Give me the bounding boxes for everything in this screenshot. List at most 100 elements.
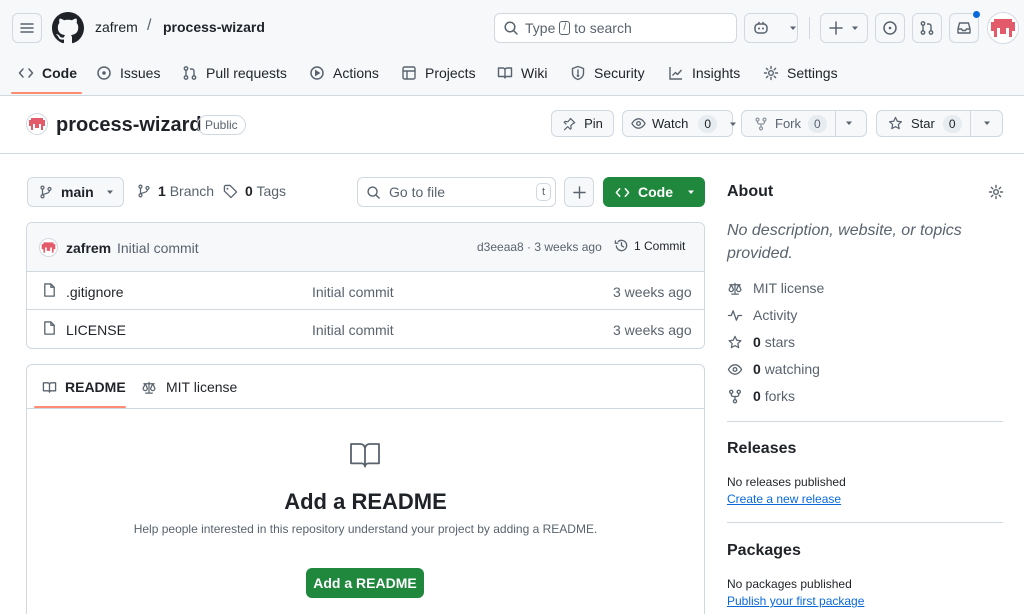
- git-branch-icon: [137, 184, 151, 198]
- issue-opened-icon: [882, 20, 898, 36]
- breadcrumb-repo[interactable]: process-wizard: [163, 19, 265, 35]
- star-divider: [970, 110, 971, 137]
- tab-code[interactable]: Code: [18, 62, 77, 84]
- file-icon: [42, 320, 57, 336]
- copilot-button[interactable]: [744, 13, 798, 43]
- chevron-down-icon: [687, 188, 695, 196]
- search-icon: [366, 185, 381, 200]
- readme-tab-underline: [34, 406, 126, 408]
- file-row[interactable]: LICENSE Initial commit 3 weeks ago: [27, 310, 704, 348]
- pin-button[interactable]: Pin: [551, 110, 614, 137]
- file-commit-time: 3 weeks ago: [613, 322, 692, 338]
- branches-link[interactable]: 1 Branch: [137, 183, 214, 199]
- publish-package-link[interactable]: Publish your first package: [727, 594, 864, 608]
- readme-tab-bar: [27, 365, 704, 409]
- author-avatar[interactable]: [39, 238, 58, 257]
- search-icon: [503, 20, 519, 36]
- commit-message[interactable]: Initial commit: [117, 240, 199, 256]
- repo-forked-icon: [754, 117, 768, 131]
- create-new-button[interactable]: [820, 13, 868, 43]
- tab-projects[interactable]: Projects: [401, 62, 476, 84]
- gear-icon[interactable]: [988, 184, 1004, 200]
- commit-author[interactable]: zafrem: [66, 240, 111, 256]
- branch-selector[interactable]: main: [27, 177, 124, 207]
- file-commit-message[interactable]: Initial commit: [312, 322, 394, 338]
- readme-empty-title: Add a README: [284, 489, 447, 514]
- commit-meta[interactable]: d3eeaa8 · 3 weeks ago: [477, 240, 602, 254]
- create-release-link[interactable]: Create a new release: [727, 492, 841, 506]
- active-tab-underline: [11, 92, 82, 94]
- forks-link[interactable]: 0 forks: [727, 388, 795, 404]
- pull-requests-button[interactable]: [912, 13, 942, 43]
- file-name[interactable]: .gitignore: [66, 284, 124, 300]
- tab-insights[interactable]: Insights: [668, 62, 740, 84]
- header-divider: [809, 17, 810, 39]
- repo-avatar: [26, 113, 48, 135]
- copilot-icon: [753, 20, 769, 36]
- book-icon: [349, 441, 381, 469]
- tab-license[interactable]: MIT license: [141, 379, 237, 395]
- search-input[interactable]: Type / to search: [494, 13, 737, 43]
- packages-heading[interactable]: Packages: [727, 542, 801, 560]
- github-logo-icon[interactable]: [52, 12, 84, 44]
- graph-icon: [668, 65, 684, 81]
- fork-dropdown-chevron-icon[interactable]: [845, 119, 853, 127]
- hamburger-icon: [19, 20, 35, 36]
- file-row[interactable]: .gitignore Initial commit 3 weeks ago: [27, 272, 704, 309]
- watchers-link[interactable]: 0 watching: [727, 361, 820, 377]
- table-icon: [401, 65, 417, 81]
- shield-icon: [570, 65, 586, 81]
- repo-header-divider: [0, 153, 1024, 154]
- releases-heading[interactable]: Releases: [727, 440, 796, 458]
- tab-actions[interactable]: Actions: [309, 62, 379, 84]
- tab-settings[interactable]: Settings: [763, 62, 838, 84]
- tab-readme[interactable]: README: [42, 379, 126, 395]
- file-commit-message[interactable]: Initial commit: [312, 284, 394, 300]
- play-icon: [309, 65, 325, 81]
- fork-divider: [835, 110, 836, 137]
- go-to-file-key-hint: t: [535, 183, 551, 201]
- code-icon: [615, 185, 630, 200]
- about-heading: About: [727, 183, 774, 200]
- search-suffix: to search: [574, 20, 632, 36]
- tab-security[interactable]: Security: [570, 62, 645, 84]
- chevron-down-icon: [106, 188, 114, 196]
- fork-counter: 0: [808, 114, 827, 133]
- user-avatar[interactable]: [987, 12, 1019, 44]
- history-icon: [614, 238, 629, 253]
- tab-pull-requests[interactable]: Pull requests: [182, 62, 287, 84]
- repo-title[interactable]: process-wizard: [56, 114, 202, 137]
- commits-link[interactable]: 1 Commit: [614, 238, 685, 253]
- star-dropdown-chevron-icon[interactable]: [983, 119, 991, 127]
- gear-icon: [763, 65, 779, 81]
- license-link[interactable]: MIT license: [727, 280, 824, 296]
- menu-button[interactable]: [12, 13, 42, 43]
- activity-link[interactable]: Activity: [727, 307, 797, 323]
- chevron-down-icon: [789, 24, 797, 32]
- add-file-button[interactable]: [564, 177, 594, 207]
- git-pull-request-icon: [182, 65, 198, 81]
- tab-issues[interactable]: Issues: [96, 62, 160, 84]
- file-name[interactable]: LICENSE: [66, 322, 126, 338]
- issues-button[interactable]: [875, 13, 905, 43]
- add-readme-button[interactable]: Add a README: [306, 568, 424, 598]
- app-header: zafrem / process-wizard Type / to search: [0, 0, 1024, 96]
- law-icon: [727, 281, 743, 296]
- star-icon: [727, 335, 743, 350]
- about-description: No description, website, or topics provi…: [727, 222, 962, 262]
- code-dropdown-button[interactable]: Code: [603, 177, 705, 207]
- star-counter: 0: [942, 114, 962, 133]
- git-pull-request-icon: [919, 20, 935, 36]
- tags-link[interactable]: 0 Tags: [223, 183, 286, 199]
- stars-link[interactable]: 0 stars: [727, 334, 795, 350]
- go-to-file-input[interactable]: Go to file t: [357, 177, 556, 207]
- issue-opened-icon: [96, 65, 112, 81]
- notification-dot: [972, 10, 981, 19]
- law-icon: [141, 380, 157, 395]
- tab-wiki[interactable]: Wiki: [497, 62, 547, 84]
- packages-empty-text: No packages published: [727, 577, 852, 591]
- breadcrumb-owner[interactable]: zafrem: [95, 19, 138, 35]
- watch-button[interactable]: Watch 0: [622, 110, 737, 137]
- tag-icon: [223, 184, 238, 199]
- chevron-down-icon: [851, 24, 859, 32]
